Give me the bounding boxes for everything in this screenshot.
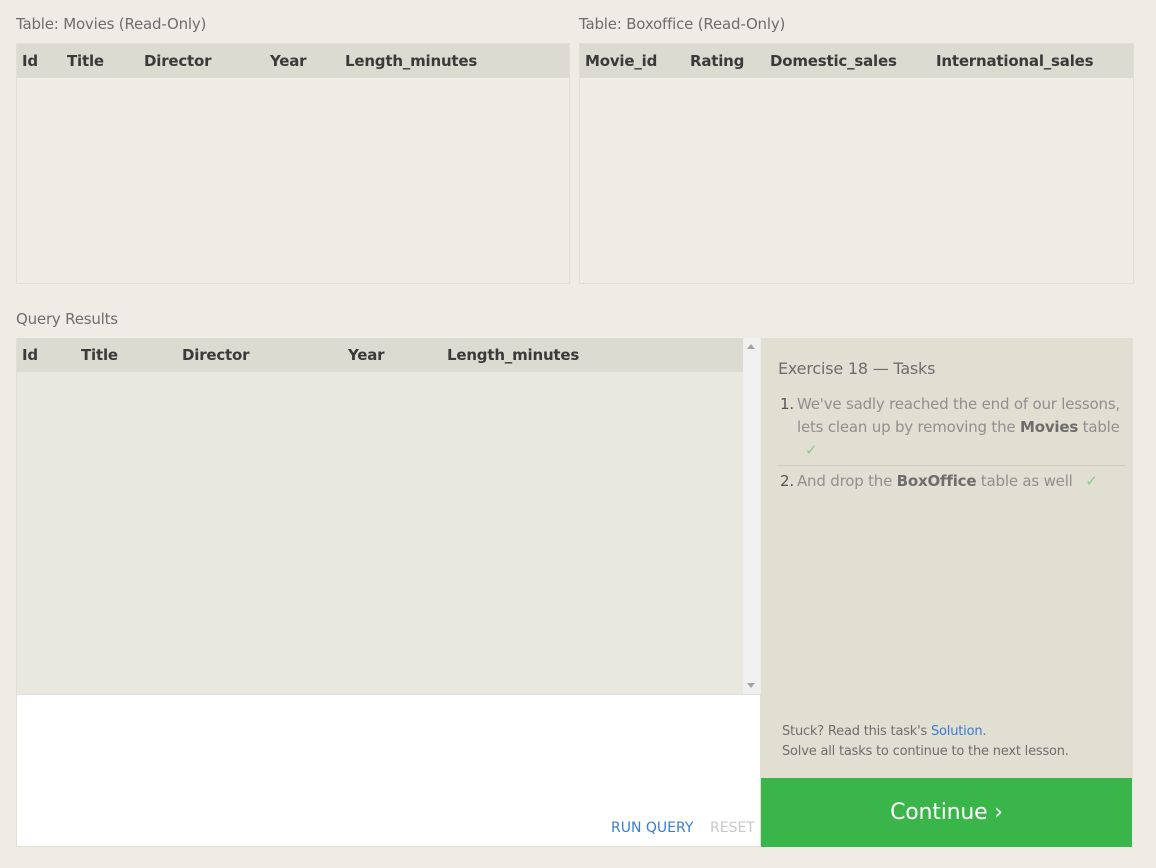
column-header-director: Director — [144, 52, 212, 70]
boxoffice-table-caption: Table: Boxoffice (Read-Only) — [579, 15, 786, 33]
task-number: 1. — [780, 395, 794, 413]
column-header-year: Year — [270, 52, 307, 70]
column-header-movie-id: Movie_id — [585, 52, 658, 70]
column-header-title: Title — [81, 346, 118, 364]
column-header-domestic-sales: Domestic_sales — [770, 52, 897, 70]
task-item: 1. We've sadly reached the end of our le… — [780, 393, 1126, 462]
reset-button[interactable]: RESET — [710, 820, 755, 836]
query-results-grid[interactable]: Id Title Director Year Length_minutes — [16, 338, 760, 694]
sql-query-editor[interactable]: RUN QUERY RESET — [16, 694, 761, 847]
hint-text: Stuck? Read this task's Solution. — [782, 724, 986, 739]
checkmark-icon: ✓ — [1085, 472, 1098, 490]
column-header-director: Director — [182, 346, 250, 364]
task-text-end: table — [1078, 418, 1120, 436]
results-table-header: Id Title Director Year Length_minutes — [17, 338, 743, 372]
task-bold-text: Movies — [1020, 418, 1079, 436]
column-header-rating: Rating — [690, 52, 745, 70]
task-bold-text: BoxOffice — [896, 472, 977, 490]
column-header-length-minutes: Length_minutes — [447, 346, 580, 364]
task-number: 2. — [780, 472, 794, 490]
continue-button[interactable]: Continue › — [761, 778, 1132, 847]
scroll-up-arrow-icon[interactable] — [747, 344, 755, 349]
scroll-down-arrow-icon[interactable] — [747, 683, 755, 688]
column-header-length-minutes: Length_minutes — [345, 52, 478, 70]
hint-suffix: . — [982, 724, 987, 739]
movies-table-caption: Table: Movies (Read-Only) — [16, 15, 207, 33]
column-header-id: Id — [22, 52, 38, 70]
tasks-title: Exercise 18 — Tasks — [778, 359, 936, 378]
column-header-year: Year — [348, 346, 385, 364]
hint-instructions: Solve all tasks to continue to the next … — [782, 744, 1069, 759]
run-query-button[interactable]: RUN QUERY — [611, 820, 693, 836]
task-divider — [777, 465, 1125, 466]
task-text: And drop the — [797, 472, 897, 490]
hint-prefix: Stuck? Read this task's — [782, 724, 931, 739]
movies-table: Id Title Director Year Length_minutes — [16, 43, 570, 284]
results-scrollbar[interactable] — [743, 338, 760, 694]
movies-table-header: Id Title Director Year Length_minutes — [17, 44, 569, 78]
query-results-caption: Query Results — [16, 310, 118, 328]
boxoffice-table-header: Movie_id Rating Domestic_sales Internati… — [580, 44, 1133, 78]
task-text-end: table as well — [976, 472, 1073, 490]
column-header-international-sales: International_sales — [936, 52, 1094, 70]
task-item: 2. And drop the BoxOffice table as well … — [780, 470, 1126, 493]
column-header-id: Id — [22, 346, 38, 364]
boxoffice-table: Movie_id Rating Domestic_sales Internati… — [579, 43, 1134, 284]
tasks-panel: Exercise 18 — Tasks 1. We've sadly reach… — [761, 338, 1133, 778]
solution-link[interactable]: Solution — [931, 724, 983, 739]
column-header-title: Title — [67, 52, 104, 70]
checkmark-icon: ✓ — [805, 441, 818, 459]
